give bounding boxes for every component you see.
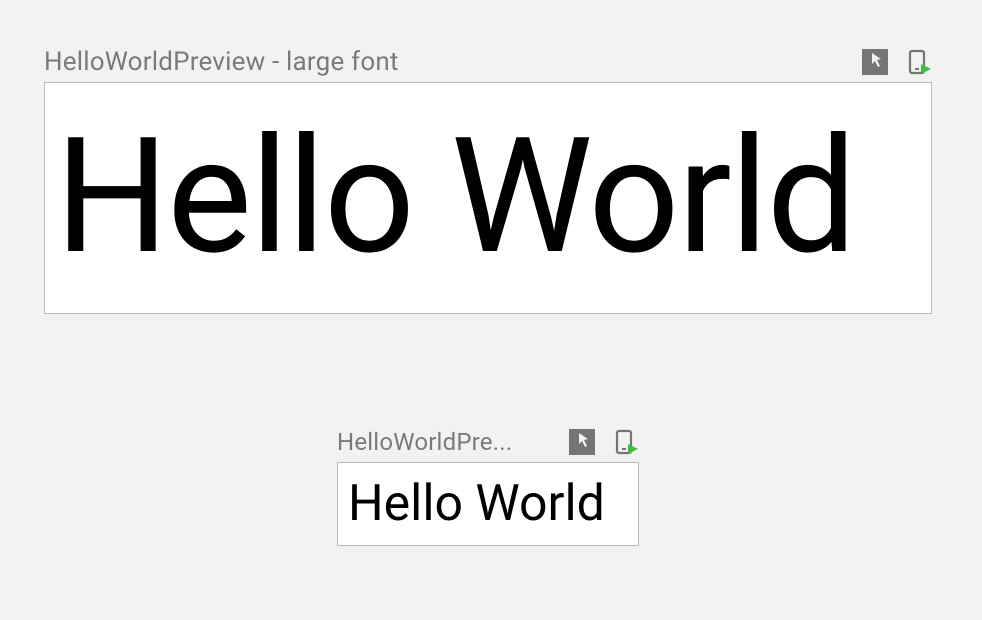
preview-toolbar <box>862 49 932 75</box>
preview-toolbar <box>569 429 639 455</box>
preview-block-large: HelloWorldPreview - large font Hello Wor… <box>44 48 932 314</box>
preview-text: Hello World <box>55 118 855 278</box>
preview-title: HelloWorldPre... <box>337 428 512 456</box>
interactive-mode-icon[interactable] <box>569 429 595 455</box>
preview-text: Hello World <box>348 479 605 529</box>
deploy-preview-icon[interactable] <box>906 49 932 75</box>
interactive-mode-icon[interactable] <box>862 49 888 75</box>
preview-frame[interactable]: Hello World <box>44 82 932 314</box>
preview-block-small: HelloWorldPre... Hello World <box>337 428 639 546</box>
preview-title: HelloWorldPreview - large font <box>44 47 399 77</box>
deploy-preview-icon[interactable] <box>613 429 639 455</box>
preview-frame[interactable]: Hello World <box>337 462 639 546</box>
preview-header: HelloWorldPre... <box>337 428 639 456</box>
preview-header: HelloWorldPreview - large font <box>44 48 932 76</box>
